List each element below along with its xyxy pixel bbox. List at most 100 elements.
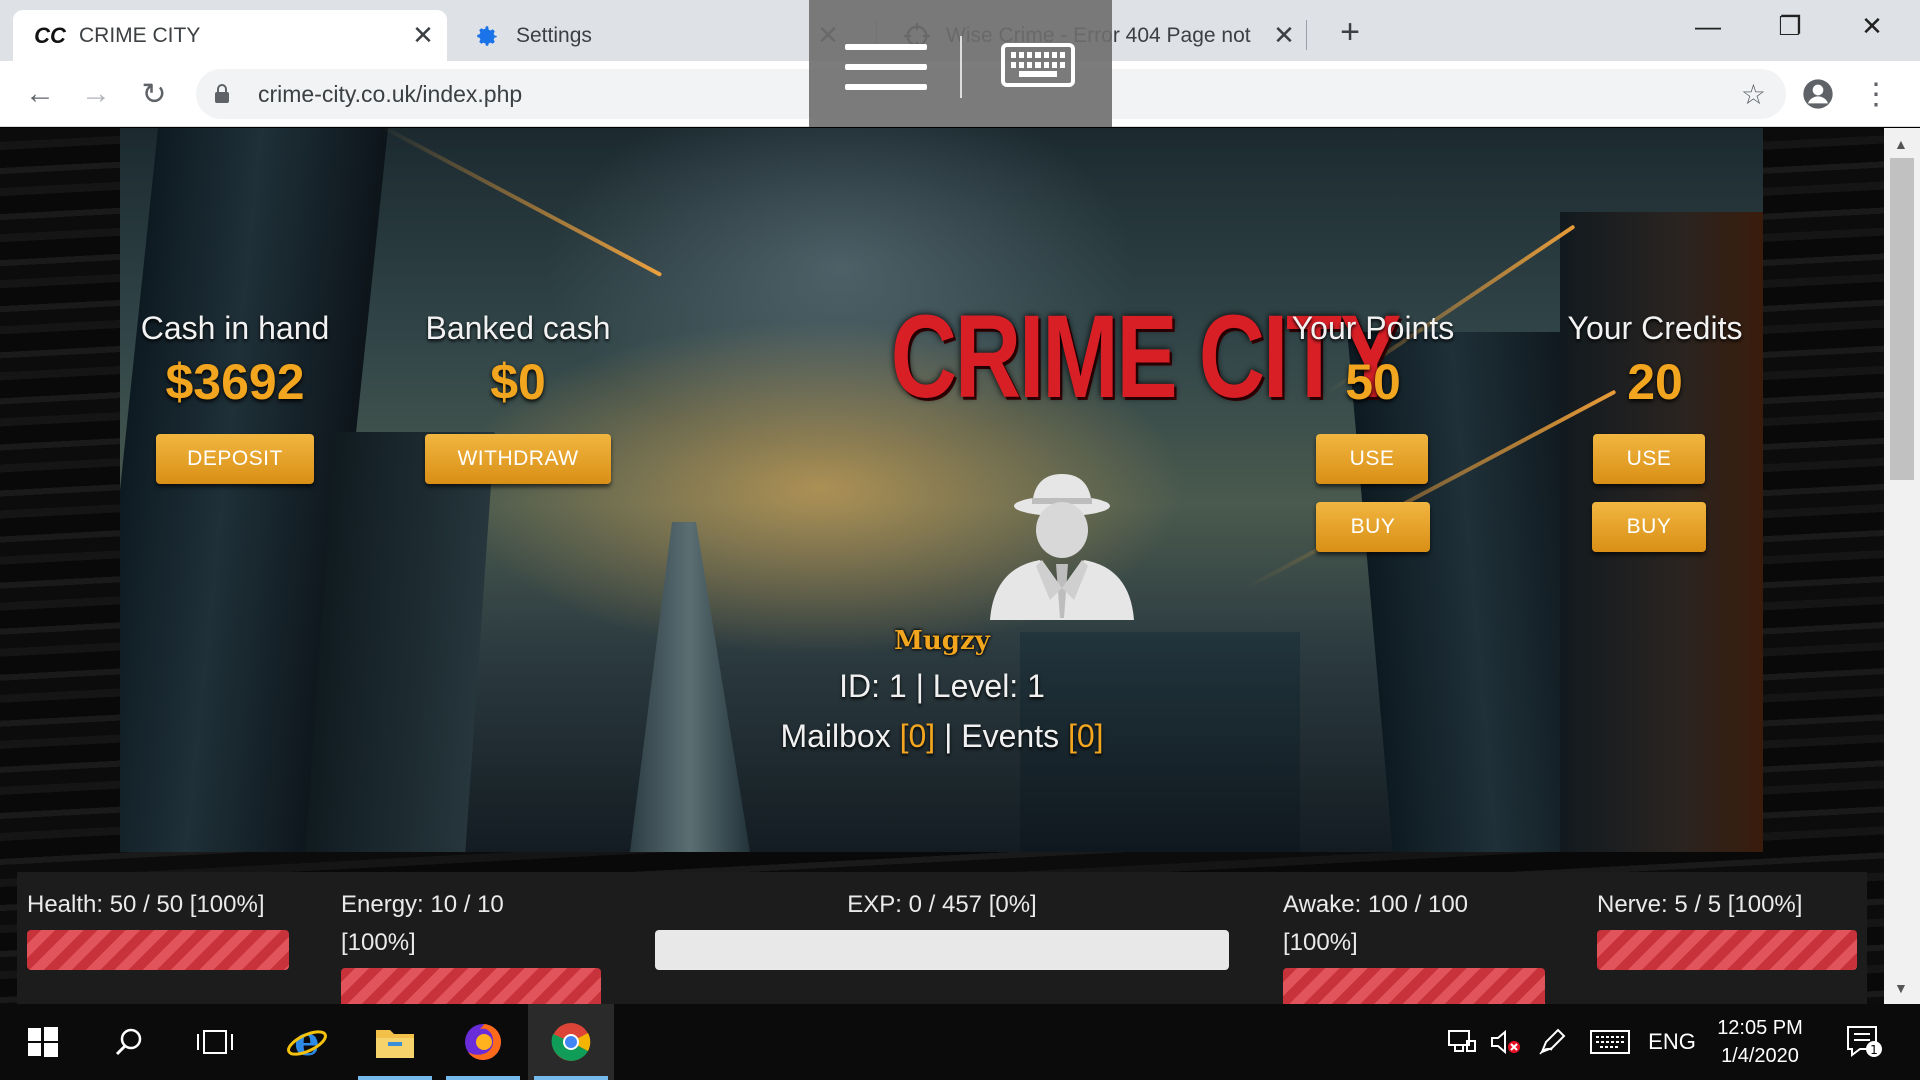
banked-cash-stat: Banked cash $0 xyxy=(402,310,634,411)
crime-city-favicon-icon: CC xyxy=(34,22,66,48)
scroll-up-icon[interactable]: ▲ xyxy=(1894,136,1908,152)
energy-text: Energy: 10 / 10 xyxy=(341,891,504,918)
health-fill xyxy=(27,930,289,970)
user-level: Level: 1 xyxy=(932,668,1045,704)
menu-kebab-icon[interactable]: ⋮ xyxy=(1854,72,1898,116)
crime-city-logo: CRIME CITY xyxy=(890,291,1402,423)
cash-in-hand-stat: Cash in hand $3692 xyxy=(120,310,350,411)
pen-icon[interactable] xyxy=(1530,1004,1574,1080)
url-text: crime-city.co.uk/index.php xyxy=(258,80,523,107)
cash-label: Cash in hand xyxy=(140,310,330,346)
tab-separator xyxy=(1306,20,1307,50)
hamburger-menu-icon[interactable] xyxy=(845,44,927,90)
bank-label: Banked cash xyxy=(425,310,611,346)
restore-icon[interactable]: ❐ xyxy=(1754,6,1826,46)
events-label: Events xyxy=(961,718,1060,754)
deposit-button[interactable]: DEPOSIT xyxy=(156,434,314,484)
windows-start-icon[interactable] xyxy=(0,1004,86,1080)
points-stat: Your Points 50 xyxy=(1260,310,1486,411)
health-label: Health: 50 / 50 [100%] xyxy=(27,891,265,918)
awake-fill xyxy=(1283,968,1545,1004)
mailbox-events: Mailbox [0] | Events [0] xyxy=(640,718,1244,755)
internet-explorer-icon[interactable]: e xyxy=(264,1004,350,1080)
minimize-icon[interactable]: — xyxy=(1672,6,1744,46)
chrome-icon[interactable] xyxy=(528,1004,614,1080)
overlay-separator xyxy=(960,36,962,98)
energy-label: Energy: 10 / 10 [100%] xyxy=(341,886,504,962)
points-label: Your Points xyxy=(1291,310,1455,346)
clock-date: 1/4/2020 xyxy=(1721,1045,1799,1067)
awake-bar[interactable] xyxy=(1283,968,1545,1004)
events-count: [0] xyxy=(1067,718,1104,754)
cash-value: $3692 xyxy=(165,354,305,410)
search-icon[interactable] xyxy=(86,1004,172,1080)
withdraw-button[interactable]: WITHDRAW xyxy=(425,434,611,484)
scroll-down-icon[interactable]: ▼ xyxy=(1894,980,1908,996)
building-image xyxy=(305,432,495,852)
awake-text: Awake: 100 / 100 xyxy=(1283,891,1469,918)
use-points-button[interactable]: USE xyxy=(1316,434,1428,484)
awake-percent: [100%] xyxy=(1283,929,1358,956)
scrollbar-thumb[interactable] xyxy=(1890,158,1914,480)
exp-bar[interactable] xyxy=(655,930,1229,970)
mailbox-link[interactable]: Mailbox [0] xyxy=(780,718,935,754)
events-link[interactable]: Events [0] xyxy=(961,718,1103,754)
separator: | xyxy=(915,668,924,704)
close-window-icon[interactable]: ✕ xyxy=(1836,6,1908,46)
clock-time: 12:05 PM xyxy=(1717,1017,1803,1039)
back-icon[interactable]: ← xyxy=(18,72,62,116)
buy-credits-button[interactable]: BUY xyxy=(1592,502,1706,552)
mailbox-count: [0] xyxy=(899,718,936,754)
firefox-icon[interactable] xyxy=(440,1004,526,1080)
tab-crime-city[interactable]: CC CRIME CITY ✕ xyxy=(13,10,447,61)
active-indicator xyxy=(358,1076,432,1080)
credits-stat: Your Credits 20 xyxy=(1534,310,1763,411)
health-bar[interactable] xyxy=(27,930,289,970)
tab-settings[interactable]: Settings ✕ xyxy=(450,10,852,61)
avatar[interactable] xyxy=(984,468,1140,620)
use-credits-button[interactable]: USE xyxy=(1593,434,1705,484)
meteor-streak xyxy=(377,128,663,277)
vertical-scrollbar[interactable]: ▲ ▼ xyxy=(1884,128,1920,1004)
touch-keyboard-icon[interactable] xyxy=(1586,1004,1634,1080)
notification-center-icon[interactable]: 1 xyxy=(1836,1004,1892,1080)
username[interactable]: Mugzy xyxy=(740,626,1144,656)
awake-label: Awake: 100 / 100 [100%] xyxy=(1283,886,1468,962)
user-id-level: ID: 1 | Level: 1 xyxy=(640,668,1244,705)
language-indicator[interactable]: ENG xyxy=(1644,1004,1700,1080)
active-indicator xyxy=(446,1076,520,1080)
credits-value: 20 xyxy=(1627,354,1683,410)
bookmark-star-icon[interactable]: ☆ xyxy=(1741,78,1766,111)
credits-label: Your Credits xyxy=(1567,310,1743,346)
energy-bar[interactable] xyxy=(341,968,601,1004)
profile-icon[interactable] xyxy=(1796,72,1840,116)
keyboard-icon[interactable] xyxy=(1001,43,1075,87)
buy-points-button[interactable]: BUY xyxy=(1316,502,1430,552)
points-value: 50 xyxy=(1345,354,1401,410)
gear-icon xyxy=(472,21,502,51)
page-viewport: Cash in hand $3692 DEPOSIT Banked cash $… xyxy=(0,128,1884,1004)
user-id: ID: 1 xyxy=(839,668,907,704)
separator: | xyxy=(944,718,953,754)
reload-icon[interactable]: ↻ xyxy=(132,72,176,116)
file-explorer-icon[interactable] xyxy=(352,1004,438,1080)
lock-icon xyxy=(214,84,254,104)
active-indicator xyxy=(534,1076,608,1080)
close-tab-icon[interactable]: ✕ xyxy=(407,20,439,52)
close-tab-icon[interactable]: ✕ xyxy=(1268,20,1300,52)
network-icon[interactable] xyxy=(1440,1004,1484,1080)
player-status-bar: Health: 50 / 50 [100%] Energy: 10 / 10 [… xyxy=(17,872,1867,1004)
nerve-fill xyxy=(1597,930,1857,970)
nerve-bar[interactable] xyxy=(1597,930,1857,970)
volume-muted-icon[interactable] xyxy=(1484,1004,1528,1080)
bank-value: $0 xyxy=(490,354,546,410)
tab-title: Settings xyxy=(516,23,592,47)
windows-taskbar: e ENG 12:05 PM 1/4/2020 1 xyxy=(0,1004,1920,1080)
task-view-icon[interactable] xyxy=(172,1004,258,1080)
energy-percent: [100%] xyxy=(341,929,416,956)
system-clock[interactable]: 12:05 PM 1/4/2020 xyxy=(1705,1014,1815,1070)
forward-icon[interactable]: → xyxy=(74,72,118,116)
new-tab-icon[interactable]: + xyxy=(1330,12,1370,52)
remote-control-overlay xyxy=(809,0,1112,127)
notification-count: 1 xyxy=(1870,1043,1878,1057)
